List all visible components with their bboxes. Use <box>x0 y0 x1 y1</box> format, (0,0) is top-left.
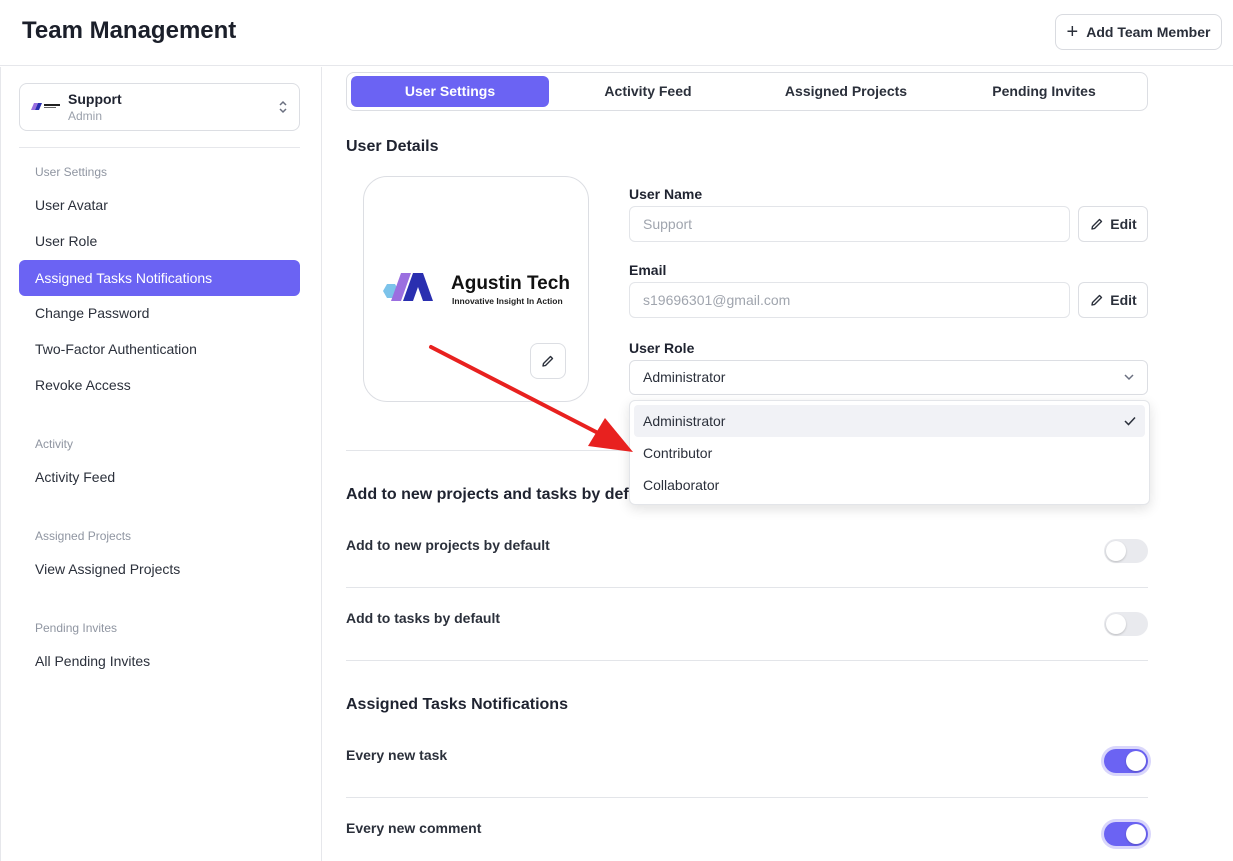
edit-label: Edit <box>1110 292 1137 308</box>
top-header: Team Management + Add Team Member <box>0 0 1233 66</box>
toggle-knob <box>1126 824 1146 844</box>
agustin-tech-logo: Agustin Tech Innovative Insight In Actio… <box>383 273 570 306</box>
defaults-heading: Add to new projects and tasks by default <box>346 486 658 503</box>
edit-email-button[interactable]: Edit <box>1078 282 1148 318</box>
sidebar-divider <box>19 147 300 148</box>
user-name-input[interactable] <box>629 206 1070 242</box>
role-option-collaborator[interactable]: Collaborator <box>634 469 1145 501</box>
sidebar-item-user-avatar[interactable]: User Avatar <box>19 187 300 223</box>
toggle-every-new-comment[interactable] <box>1104 822 1148 846</box>
tab-user-settings[interactable]: User Settings <box>351 76 549 107</box>
toggle-every-new-task[interactable] <box>1104 749 1148 773</box>
user-details-heading: User Details <box>346 138 439 155</box>
sidebar-section-activity: Activity <box>35 437 74 451</box>
user-role-value: Administrator <box>643 369 726 385</box>
toggle-tasks[interactable] <box>1104 612 1148 636</box>
email-input[interactable] <box>629 282 1070 318</box>
add-team-member-label: Add Team Member <box>1086 24 1211 40</box>
sidebar-item-user-role[interactable]: User Role <box>19 223 300 259</box>
role-option-contributor[interactable]: Contributor <box>634 437 1145 469</box>
pencil-icon <box>1091 294 1103 306</box>
toggle-label-tasks: Add to tasks by default <box>346 610 501 626</box>
toggle-new-projects[interactable] <box>1104 539 1148 563</box>
checkmark-icon <box>1124 416 1136 426</box>
sidebar-item-assigned-tasks-notifications[interactable]: Assigned Tasks Notifications <box>19 260 300 296</box>
sidebar-item-all-pending-invites[interactable]: All Pending Invites <box>19 643 300 679</box>
edit-user-name-button[interactable]: Edit <box>1078 206 1148 242</box>
edit-label: Edit <box>1110 216 1137 232</box>
chevron-down-icon <box>1124 374 1134 381</box>
user-role-dropdown: Administrator Contributor Collaborator <box>629 400 1150 505</box>
sidebar: Support Admin User Settings User Avatar … <box>0 67 322 861</box>
chevron-up-down-icon <box>279 100 287 114</box>
sidebar-item-view-assigned-projects[interactable]: View Assigned Projects <box>19 551 300 587</box>
plus-icon: + <box>1066 21 1079 43</box>
email-label: Email <box>629 262 667 278</box>
toggle-knob <box>1106 541 1126 561</box>
pencil-icon <box>1091 218 1103 230</box>
notifications-heading: Assigned Tasks Notifications <box>346 696 568 713</box>
sidebar-section-assigned-projects: Assigned Projects <box>35 529 132 543</box>
workspace-switcher[interactable]: Support Admin <box>19 83 300 131</box>
avatar-brand-name: Agustin Tech <box>451 273 570 294</box>
toggle-knob <box>1126 751 1146 771</box>
user-name-label: User Name <box>629 186 703 202</box>
sidebar-section-user-settings: User Settings <box>35 165 108 179</box>
section-divider <box>346 660 1148 661</box>
toggle-knob <box>1106 614 1126 634</box>
sidebar-item-change-password[interactable]: Change Password <box>19 295 300 331</box>
toggle-label-every-new-task: Every new task <box>346 747 448 763</box>
sidebar-item-activity-feed[interactable]: Activity Feed <box>19 459 300 495</box>
annotation-arrow <box>429 345 633 452</box>
avatar-brand-tagline: Innovative Insight In Action <box>452 296 563 306</box>
tab-assigned-projects[interactable]: Assigned Projects <box>747 76 945 107</box>
tab-activity-feed[interactable]: Activity Feed <box>549 76 747 107</box>
role-option-label: Collaborator <box>643 477 720 493</box>
add-team-member-button[interactable]: + Add Team Member <box>1055 14 1222 50</box>
user-role-select[interactable]: Administrator <box>629 360 1148 395</box>
row-divider <box>346 797 1148 798</box>
role-option-label: Contributor <box>643 445 713 461</box>
tab-pending-invites[interactable]: Pending Invites <box>945 76 1143 107</box>
sidebar-section-pending-invites: Pending Invites <box>35 621 118 635</box>
role-option-label: Administrator <box>643 413 726 429</box>
settings-tabs: User Settings Activity Feed Assigned Pro… <box>346 72 1148 111</box>
row-divider <box>346 587 1148 588</box>
toggle-label-new-projects: Add to new projects by default <box>346 537 550 553</box>
toggle-label-every-new-comment: Every new comment <box>346 820 482 836</box>
workspace-role: Admin <box>68 109 103 123</box>
page-title: Team Management <box>22 17 237 44</box>
sidebar-item-two-factor-authentication[interactable]: Two-Factor Authentication <box>19 331 300 367</box>
sidebar-item-revoke-access[interactable]: Revoke Access <box>19 367 300 403</box>
role-option-administrator[interactable]: Administrator <box>634 405 1145 437</box>
workspace-name: Support <box>68 91 122 107</box>
workspace-logo-icon <box>31 103 60 110</box>
